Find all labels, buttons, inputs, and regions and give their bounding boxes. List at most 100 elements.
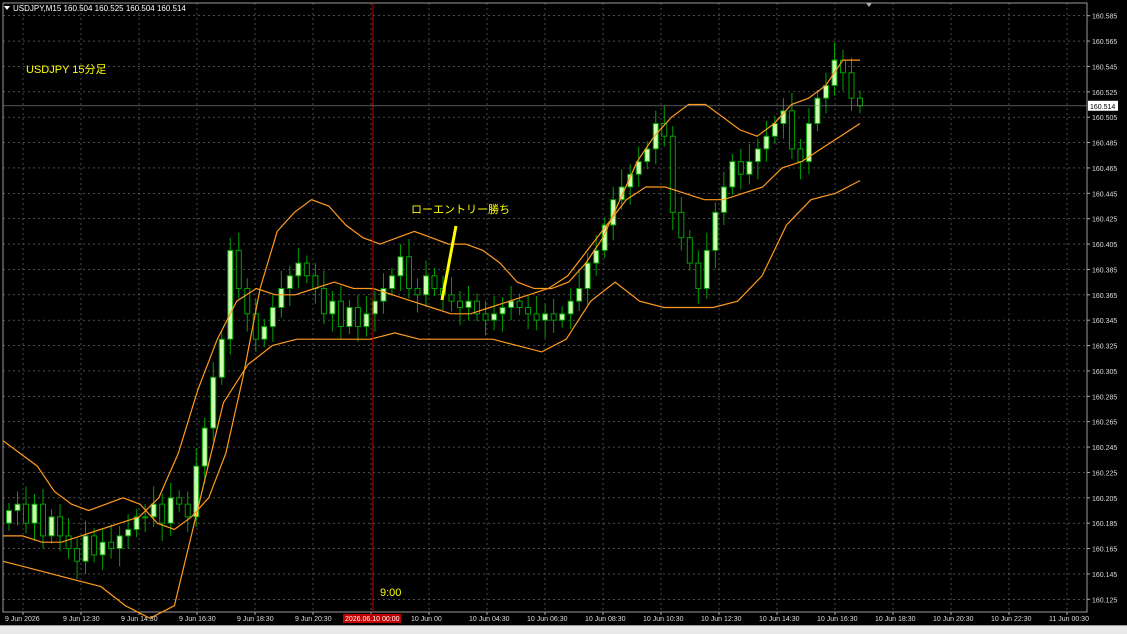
candle	[48, 509, 55, 544]
price-tick-label: 160.325	[1092, 344, 1117, 351]
candle	[133, 509, 140, 538]
candle	[108, 524, 115, 559]
candle-body-bull	[576, 287, 583, 302]
candle-body-bull	[763, 135, 770, 150]
candle	[218, 331, 225, 385]
candle	[814, 90, 821, 132]
candle-body-bear	[525, 307, 532, 315]
candle	[57, 504, 64, 552]
price-tick-label: 160.165	[1092, 547, 1117, 554]
candle-body-bull	[82, 535, 89, 562]
candle-body-bear	[74, 548, 81, 562]
time-tick-label: 10 Jun 20:30	[933, 616, 974, 623]
price-tick-label: 160.145	[1092, 572, 1117, 579]
time-tick-label: 9 Jun 12:30	[63, 616, 100, 623]
price-tick-label: 160.485	[1092, 141, 1117, 148]
candle-body-bull	[559, 313, 566, 321]
candle-body-bull	[286, 275, 293, 289]
price-tick-label: 160.365	[1092, 293, 1117, 300]
highlighted-time-label: 2026.06.10 00:00	[345, 616, 400, 623]
candle-body-bull	[771, 123, 778, 137]
candle-body-bear	[788, 110, 795, 150]
symbol-header: USDJPY,M15 160.504 160.525 160.504 160.5…	[4, 4, 186, 13]
candle-body-bear	[312, 275, 319, 289]
candle-body-bear	[550, 313, 557, 321]
candle-body-bull	[703, 249, 710, 289]
candle	[380, 273, 387, 314]
candle-body-bear	[482, 313, 489, 321]
candle-body-bear	[57, 516, 64, 537]
candle	[482, 301, 489, 336]
price-tick-label: 160.285	[1092, 394, 1117, 401]
candle-body-bull	[167, 497, 174, 524]
candle-body-bear	[91, 535, 98, 556]
candle	[337, 285, 344, 340]
candle-body-bull	[822, 84, 829, 99]
candle	[644, 141, 651, 170]
candle-body-bull	[712, 211, 719, 251]
highlighted-time-tag: 2026.06.10 00:00	[343, 614, 401, 623]
price-tick-label: 160.425	[1092, 217, 1117, 224]
candle-body-bear	[176, 497, 183, 505]
candle-body-bear	[337, 300, 344, 328]
price-tick-label: 160.585	[1092, 14, 1117, 21]
candle	[737, 148, 744, 190]
chart-window[interactable]: 160.585 160.565 160.545 160.525 160.505 160.4…	[0, 0, 1127, 634]
candle	[686, 230, 693, 271]
candle	[465, 285, 472, 321]
candle-body-bull	[31, 503, 38, 524]
candle-body-bear	[516, 300, 523, 308]
candle-body-bear	[159, 503, 166, 524]
candle-body-bull	[329, 300, 336, 315]
candle-body-bear	[686, 237, 693, 264]
price-tick-label: 160.525	[1092, 90, 1117, 97]
price-tick-label: 160.125	[1092, 597, 1117, 604]
candle	[720, 171, 727, 226]
candle-body-bull	[261, 326, 268, 340]
candle	[788, 93, 795, 160]
candle-body-bull	[729, 161, 736, 188]
scroll-marker-icon[interactable]	[866, 3, 872, 7]
candle-body-bear	[108, 541, 115, 550]
time-tick-label: 9 Jun 2026	[5, 616, 40, 623]
price-tick-label: 160.345	[1092, 318, 1117, 325]
current-price-label: 160.514	[1090, 104, 1115, 111]
candle	[576, 270, 583, 312]
price-tick-label: 160.385	[1092, 267, 1117, 274]
candle	[422, 260, 429, 308]
candle-body-bear	[857, 97, 863, 107]
candle-body-bear	[320, 287, 327, 315]
candle	[474, 293, 481, 322]
candle	[754, 138, 761, 180]
candle-body-bear	[457, 300, 464, 308]
candle-body-bull	[227, 249, 234, 340]
candle	[252, 298, 259, 352]
time-tick-label: 10 Jun 12:30	[701, 616, 742, 623]
candle-body-bear	[669, 135, 676, 213]
candle	[269, 294, 276, 342]
candle-body-bull	[754, 148, 761, 163]
dropdown-triangle-icon[interactable]	[4, 6, 10, 10]
candle-body-bull	[388, 275, 395, 289]
candle-body-bull	[48, 516, 55, 537]
candle	[431, 268, 438, 297]
annotation-arrow	[440, 225, 458, 301]
candle-body-bear	[40, 503, 47, 537]
candle-body-bull	[584, 262, 591, 289]
price-chart[interactable]: 160.585 160.565 160.545 160.525 160.505 160.4…	[0, 0, 1127, 633]
candle	[712, 202, 719, 269]
price-tick-label: 160.245	[1092, 445, 1117, 452]
candle	[559, 306, 566, 328]
bollinger-lower-line	[2, 180, 861, 619]
candle-body-bear	[184, 503, 191, 518]
candle-body-bear	[23, 503, 30, 524]
candle	[414, 278, 421, 313]
candle	[729, 153, 736, 195]
candle	[508, 285, 515, 321]
candle-body-bull	[278, 287, 285, 308]
candle-body-bull	[150, 503, 157, 518]
bollinger-upper-line	[2, 59, 860, 531]
trade-annotation: ローエントリー勝ち	[411, 204, 510, 216]
candle	[405, 238, 412, 299]
candle-body-bull	[210, 376, 217, 429]
